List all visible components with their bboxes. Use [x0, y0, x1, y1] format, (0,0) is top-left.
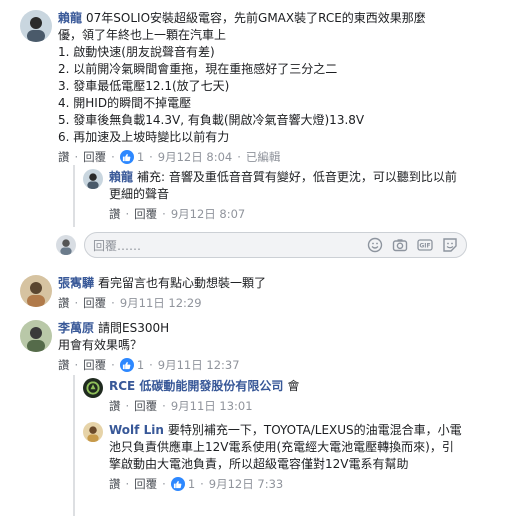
reply-author[interactable]: Wolf Lin	[109, 423, 164, 437]
comment-author[interactable]: 張寯驊	[58, 276, 94, 290]
timestamp[interactable]: 9月11日 12:29	[120, 295, 202, 311]
comment-author[interactable]: 賴龍	[58, 11, 82, 25]
avatar-lailong[interactable]	[83, 169, 103, 189]
comment-1: 賴龍 07年SOLIO安裝超級電容，先前GMAX裝了RCE的東西效果那麼 優，領了…	[20, 10, 426, 165]
reply-1: 賴龍 補充: 音響及重低音音質有變好，低音更沈，可以聽到比以前 更細的聲音 讚 ·…	[83, 169, 457, 222]
like-icon	[119, 150, 134, 164]
reply-button[interactable]: 回覆	[134, 398, 157, 414]
like-button[interactable]: 讚	[109, 398, 121, 414]
like-icon	[170, 477, 185, 491]
like-icon	[119, 358, 134, 372]
timestamp[interactable]: 9月12日 7:33	[209, 476, 283, 492]
like-button[interactable]: 讚	[58, 149, 70, 165]
avatar-wolf-lin[interactable]	[83, 422, 103, 442]
comment-text: 賴龍 07年SOLIO安裝超級電容，先前GMAX裝了RCE的東西效果那麼 優，領了…	[58, 11, 426, 144]
reply-thread-line	[73, 375, 75, 516]
reply-composer: 回覆…… GIF	[56, 232, 467, 258]
reply-author[interactable]: RCE 低碳動能開發股份有限公司	[109, 379, 283, 393]
comment-actions: 讚 · 回覆 · 9月11日 12:29	[58, 295, 202, 311]
timestamp[interactable]: 9月12日 8:04	[158, 149, 232, 165]
reply-button[interactable]: 回覆	[83, 295, 106, 311]
avatar-user[interactable]	[20, 275, 52, 307]
like-count[interactable]: 1	[137, 150, 144, 164]
edited-label[interactable]: 已編輯	[246, 149, 281, 165]
reply-actions: 讚 · 回覆 · 9月12日 8:07	[109, 206, 246, 222]
comment-actions: 讚 · 回覆 · 1 · 9月11日 12:37	[58, 357, 240, 373]
reply-author[interactable]: 賴龍	[109, 170, 133, 184]
current-user-avatar	[56, 235, 76, 255]
comment-text: 張寯驊 看完留言也有點心動想裝一顆了	[58, 276, 267, 290]
svg-text:GIF: GIF	[419, 243, 430, 250]
reply-input[interactable]: 回覆…… GIF	[84, 232, 467, 258]
emoji-icon[interactable]	[367, 237, 383, 253]
reply-button[interactable]: 回覆	[134, 476, 157, 492]
reply-button[interactable]: 回覆	[83, 149, 106, 165]
reply-placeholder: 回覆……	[93, 238, 142, 253]
reply-text: Wolf Lin 要特別補充一下，TOYOTA/LEXUS的油電混合車，小電 池只…	[109, 423, 462, 471]
reply-button[interactable]: 回覆	[134, 206, 157, 222]
reply-actions: 讚 · 回覆 · 9月11日 13:01	[109, 398, 253, 414]
company-logo[interactable]	[83, 378, 103, 398]
comment-actions: 讚 · 回覆 · 1 · 9月12日 8:04 · 已編輯	[58, 149, 281, 165]
like-count[interactable]: 1	[188, 477, 195, 491]
gif-icon[interactable]: GIF	[417, 237, 433, 253]
sticker-icon[interactable]	[442, 237, 458, 253]
reply-text: RCE 低碳動能開發股份有限公司會	[109, 379, 300, 393]
comment-3: 李萬原 請問ES300H 用會有效果嗎？ 讚 · 回覆 · 1 · 9月11日 1…	[20, 320, 240, 373]
avatar-user[interactable]	[20, 320, 52, 352]
avatar-lailong[interactable]	[20, 10, 52, 42]
reply-thread-line	[73, 165, 75, 227]
reply-text: 賴龍 補充: 音響及重低音音質有變好，低音更沈，可以聽到比以前 更細的聲音	[109, 170, 457, 201]
reply-company: RCE 低碳動能開發股份有限公司會 讚 · 回覆 · 9月11日 13:01	[83, 378, 299, 414]
comment-author[interactable]: 李萬原	[58, 321, 94, 335]
timestamp[interactable]: 9月11日 12:37	[158, 357, 240, 373]
like-button[interactable]: 讚	[109, 206, 121, 222]
like-count[interactable]: 1	[137, 358, 144, 372]
comment-2: 張寯驊 看完留言也有點心動想裝一顆了 讚 · 回覆 · 9月11日 12:29	[20, 275, 266, 311]
like-button[interactable]: 讚	[58, 357, 70, 373]
like-button[interactable]: 讚	[58, 295, 70, 311]
comment-text: 李萬原 請問ES300H 用會有效果嗎？	[58, 321, 170, 352]
camera-icon[interactable]	[392, 237, 408, 253]
reply-button[interactable]: 回覆	[83, 357, 106, 373]
reply-wolf-lin: Wolf Lin 要特別補充一下，TOYOTA/LEXUS的油電混合車，小電 池只…	[83, 422, 462, 492]
like-button[interactable]: 讚	[109, 476, 121, 492]
timestamp[interactable]: 9月12日 8:07	[171, 206, 245, 222]
timestamp[interactable]: 9月11日 13:01	[171, 398, 253, 414]
reply-actions: 讚 · 回覆 · 1 · 9月12日 7:33	[109, 476, 284, 492]
